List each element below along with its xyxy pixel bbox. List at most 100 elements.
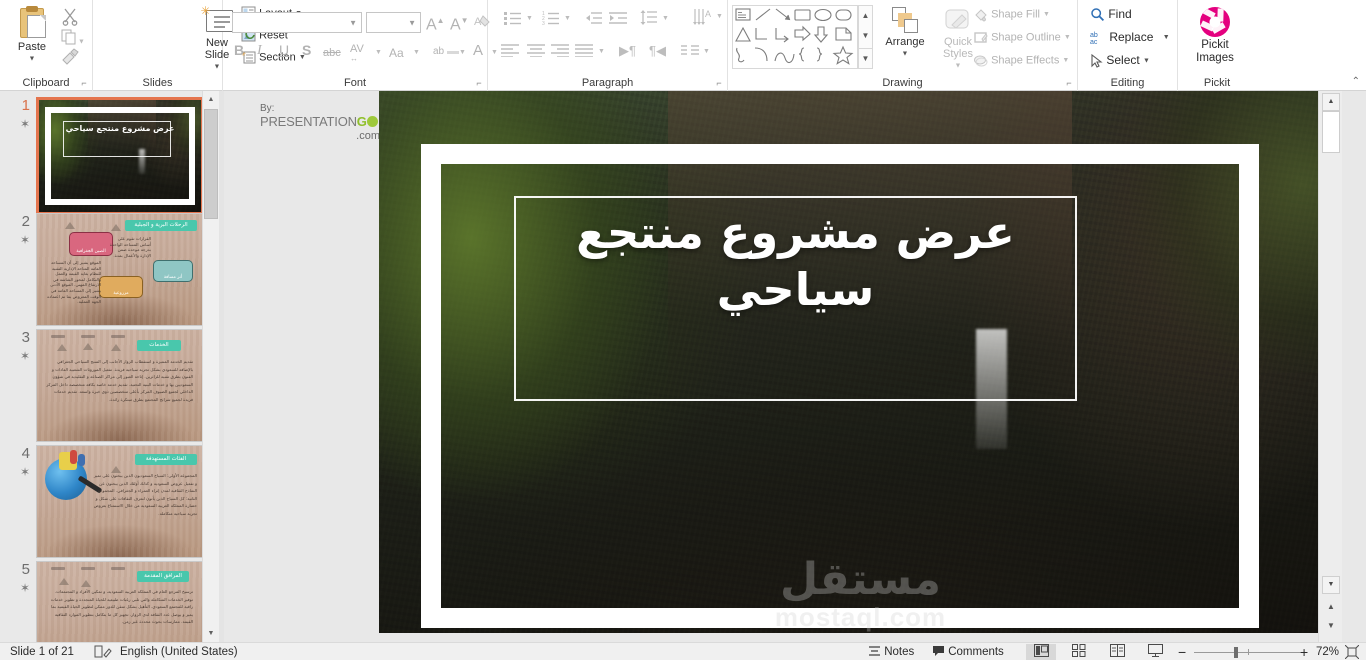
bullets-caret[interactable]: ▼ <box>526 15 533 22</box>
slide-scroll-down-button[interactable]: ▼ <box>1322 576 1340 594</box>
highlight-caret[interactable]: ▼ <box>459 49 466 56</box>
character-spacing-caret[interactable]: ▼ <box>375 49 382 56</box>
thumb-scroll-up-button[interactable]: ▲ <box>203 91 219 108</box>
slide-thumbnail-pane[interactable]: 1 ✶ عرض مشروع منتجع سياحي 2 ✶ <box>0 91 219 642</box>
arrange-caret[interactable]: ▼ <box>902 51 909 58</box>
select-button[interactable]: Select ▼ <box>1090 53 1150 68</box>
shape-outline-caret[interactable]: ▼ <box>1064 34 1071 41</box>
align-center-button[interactable] <box>527 44 545 62</box>
thumbnail-frame-1[interactable]: عرض مشروع منتجع سياحي <box>36 97 204 215</box>
zoom-slider-knob[interactable] <box>1234 647 1238 658</box>
numbering-button[interactable]: 123 <box>542 11 559 30</box>
slide-scrollbar-thumb[interactable] <box>1322 111 1340 153</box>
quick-styles-caret[interactable]: ▼ <box>955 63 962 70</box>
next-slide-button[interactable]: ▼ <box>1324 618 1338 634</box>
pickit-images-button[interactable]: Pickit Images <box>1183 4 1247 64</box>
spellcheck-icon[interactable] <box>94 644 112 660</box>
increase-font-size-button[interactable]: A▲ <box>426 13 445 32</box>
thumbnail-frame-3[interactable]: الخدمات تقديم الخدمة المميزة و استقطاب ا… <box>36 329 204 442</box>
thumbnail-slide-2[interactable]: 2 ✶ الرحلات البرية و الجبلية الصين الجغر… <box>0 213 219 331</box>
ltr-button[interactable]: ▶¶ <box>619 43 636 59</box>
slide-show-button[interactable] <box>1140 644 1170 660</box>
text-highlight-button[interactable]: ab <box>433 44 459 59</box>
collapse-ribbon-button[interactable]: ⌃ <box>1352 76 1360 87</box>
find-button[interactable]: Find <box>1090 7 1132 22</box>
thumbnail-frame-5[interactable]: المرافق المقدمة ترسيخ المرجع العام في ال… <box>36 561 204 642</box>
thumbnail-frame-2[interactable]: الرحلات البرية و الجبلية الصين الجغرافية… <box>36 213 204 326</box>
decrease-indent-button[interactable] <box>584 11 602 30</box>
slide-title-text[interactable]: عرض مشروع منتجع سياحي <box>514 204 1077 318</box>
decrease-font-size-button[interactable]: A▼ <box>450 13 469 32</box>
thumb-scrollbar-thumb[interactable] <box>204 109 218 219</box>
shape-fill-caret[interactable]: ▼ <box>1043 11 1050 18</box>
justify-caret[interactable]: ▼ <box>598 48 605 55</box>
slide-vertical-scrollbar[interactable]: ▲ ▼ ▲ ▼ <box>1318 91 1342 642</box>
line-spacing-button[interactable] <box>640 10 657 30</box>
font-color-button[interactable]: A <box>473 43 483 58</box>
change-case-button[interactable]: Aa <box>389 46 404 61</box>
slide-counter[interactable]: Slide 1 of 21 <box>10 643 74 660</box>
paragraph-dialog-launcher[interactable]: ⌐ <box>714 78 724 88</box>
select-caret[interactable]: ▼ <box>1143 57 1150 64</box>
font-name-input[interactable]: ▼ <box>232 12 362 33</box>
comments-button[interactable]: Comments <box>932 643 1004 660</box>
thumbnail-pane-scrollbar[interactable]: ▲ ▼ <box>202 91 219 642</box>
previous-slide-button[interactable]: ▲ <box>1324 599 1338 615</box>
new-slide-caret[interactable]: ▼ <box>214 64 221 71</box>
thumb-scroll-down-button[interactable]: ▼ <box>203 625 219 642</box>
replace-button[interactable]: ab ac Replace ▼ <box>1090 30 1170 45</box>
character-spacing-button[interactable]: AV ↔ <box>350 42 364 66</box>
font-size-caret[interactable]: ▼ <box>408 18 416 27</box>
slide-canvas[interactable]: عرض مشروع منتجع سياحي مستقل mostaql.com <box>379 91 1342 633</box>
shapes-more-icon[interactable]: ▼ <box>859 48 872 68</box>
columns-button[interactable] <box>681 44 699 62</box>
underline-button[interactable]: U <box>279 43 289 58</box>
italic-button[interactable]: I <box>257 43 262 58</box>
thumbnail-slide-4[interactable]: 4 ✶ الفئات المستهدفة المجموعة الأولى: ال… <box>0 445 219 563</box>
align-left-button[interactable] <box>501 44 519 62</box>
shapes-gallery-scroll[interactable]: ▲ ▼ ▼ <box>858 5 873 69</box>
thumbnail-slide-3[interactable]: 3 ✶ الخدمات تقديم الخدمة المميزة و استقط… <box>0 329 219 447</box>
thumbnail-slide-5[interactable]: 5 ✶ المرافق المقدمة ترسيخ المرجع العام ف… <box>0 561 219 642</box>
text-direction-button[interactable]: A <box>693 8 713 31</box>
drawing-dialog-launcher[interactable]: ⌐ <box>1064 78 1074 88</box>
bold-button[interactable]: B <box>234 43 244 58</box>
slide-scroll-up-button[interactable]: ▲ <box>1322 93 1340 111</box>
thumbnail-slide-1[interactable]: 1 ✶ عرض مشروع منتجع سياحي <box>0 97 219 219</box>
change-case-caret[interactable]: ▼ <box>413 49 420 56</box>
format-painter-button[interactable] <box>60 48 80 71</box>
numbering-caret[interactable]: ▼ <box>564 15 571 22</box>
language-indicator[interactable]: English (United States) <box>120 643 238 660</box>
shape-fill-button[interactable]: Shape Fill ▼ <box>973 7 1050 22</box>
shape-effects-caret[interactable]: ▼ <box>1062 57 1069 64</box>
copy-dropdown-caret[interactable]: ▼ <box>78 38 85 45</box>
shapes-gallery[interactable] <box>732 5 858 69</box>
rtl-button[interactable]: ¶◀ <box>649 43 666 59</box>
zoom-in-button[interactable]: + <box>1300 643 1308 660</box>
zoom-level-label[interactable]: 72% <box>1316 643 1339 660</box>
zoom-out-button[interactable]: − <box>1178 643 1186 660</box>
arrange-button[interactable]: Arrange ▼ <box>878 4 932 60</box>
shapes-scroll-up-icon[interactable]: ▲ <box>859 6 872 26</box>
reading-view-button[interactable] <box>1102 644 1132 660</box>
replace-caret[interactable]: ▼ <box>1163 34 1170 41</box>
bullets-button[interactable] <box>504 11 521 30</box>
justify-button[interactable] <box>575 44 593 62</box>
font-dialog-launcher[interactable]: ⌐ <box>474 78 484 88</box>
notes-button[interactable]: Notes <box>868 643 914 660</box>
fit-slide-button[interactable] <box>1345 645 1359 660</box>
line-spacing-caret[interactable]: ▼ <box>662 15 669 22</box>
font-name-caret[interactable]: ▼ <box>349 18 357 27</box>
increase-indent-button[interactable] <box>609 11 627 30</box>
clipboard-dialog-launcher[interactable]: ⌐ <box>79 78 89 88</box>
text-direction-caret[interactable]: ▼ <box>716 13 723 20</box>
shape-effects-button[interactable]: Shape Effects ▼ <box>973 53 1069 68</box>
text-shadow-button[interactable]: S <box>302 43 311 58</box>
columns-caret[interactable]: ▼ <box>703 48 710 55</box>
font-size-input[interactable]: ▼ <box>366 12 421 33</box>
strikethrough-button[interactable]: abc <box>323 46 341 61</box>
shapes-scroll-down-icon[interactable]: ▼ <box>859 26 872 46</box>
paste-button[interactable]: Paste ▼ <box>6 4 58 65</box>
shape-outline-button[interactable]: Shape Outline ▼ <box>973 30 1071 45</box>
align-right-button[interactable] <box>551 44 569 62</box>
